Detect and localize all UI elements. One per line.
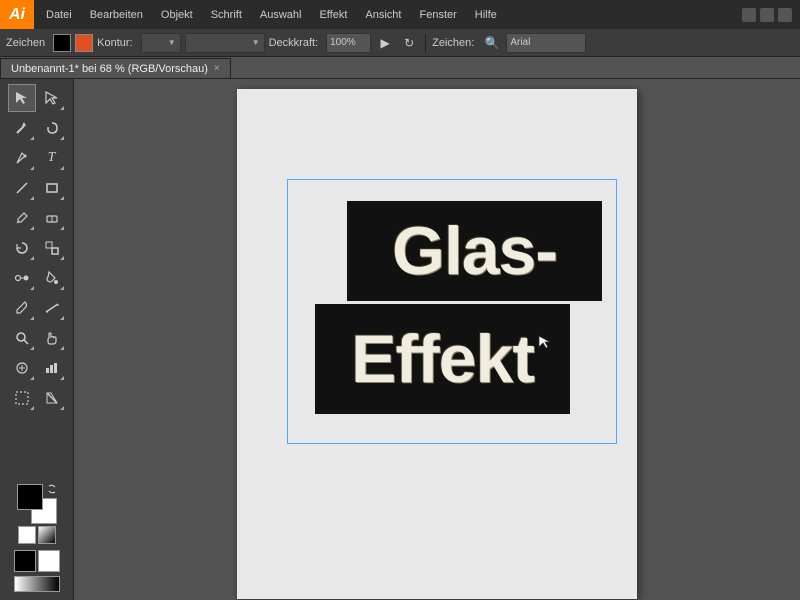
magic-wand-tool[interactable] [8,114,36,142]
text-glas: Glas- [382,213,567,289]
none-gradient-row [18,526,56,544]
tool-row-2 [8,114,66,142]
tab-close-btn[interactable]: × [214,63,220,74]
refresh-btn[interactable]: ↻ [399,33,419,53]
deckkraft-input[interactable] [326,33,371,53]
lasso-tool[interactable] [38,114,66,142]
black-swatch[interactable] [14,550,36,572]
titlebar: Ai Datei Bearbeiten Objekt Schrift Auswa… [0,0,800,29]
bw-row [14,550,60,572]
none-swatch[interactable] [18,526,36,544]
eraser-tool[interactable] [38,204,66,232]
tool-row-4 [8,174,66,202]
toolbox: T [0,79,74,600]
zeichen-label: Zeichen [6,37,45,49]
menu-objekt[interactable]: Objekt [153,0,201,29]
text-effekt: Effekt [341,321,544,397]
scale-tool[interactable] [38,234,66,262]
zoom-tool[interactable] [8,324,36,352]
menu-auswahl[interactable]: Auswahl [252,0,310,29]
direct-selection-tool[interactable] [38,84,66,112]
document-tab[interactable]: Unbenannt-1* bei 68 % (RGB/Vorschau) × [0,58,231,78]
pencil-tool[interactable] [8,204,36,232]
symbol-tool[interactable] [8,354,36,382]
text-block-effekt[interactable]: Effekt [315,304,570,414]
app-logo: Ai [0,0,34,29]
tool-row-8 [8,294,66,322]
color-swatches [10,480,64,596]
menu-bearbeiten[interactable]: Bearbeiten [82,0,151,29]
rect-tool[interactable] [38,174,66,202]
eyedropper-tool[interactable] [8,294,36,322]
measure-tool[interactable] [38,294,66,322]
tool-row-3: T [8,144,66,172]
menu-bar: Datei Bearbeiten Objekt Schrift Auswahl … [34,0,505,29]
text-block-glas[interactable]: Glas- [347,201,602,301]
tool-row-5 [8,204,66,232]
paint-bucket-tool[interactable] [38,264,66,292]
menu-fenster[interactable]: Fenster [411,0,464,29]
search-icon[interactable]: 🔍 [482,33,502,53]
tool-row-10 [8,354,66,382]
document-canvas[interactable]: Glas- Effekt [237,89,637,599]
menu-hilfe[interactable]: Hilfe [467,0,505,29]
deckkraft-label: Deckkraft: [269,37,319,49]
font-input[interactable]: Arial [506,33,586,53]
deckkraft-arrow-btn[interactable]: ▶ [375,33,395,53]
tab-bar: Unbenannt-1* bei 68 % (RGB/Vorschau) × [0,57,800,79]
zeichen-label2: Zeichen: [432,37,474,49]
kontur-dropdown[interactable]: ▼ [141,33,181,53]
main-area: T [0,79,800,600]
graph-tool[interactable] [38,354,66,382]
fill-swatch[interactable] [53,34,71,52]
pen-tool[interactable] [8,144,36,172]
tab-title: Unbenannt-1* bei 68 % (RGB/Vorschau) [11,63,208,75]
foreground-swatch[interactable] [17,484,43,510]
white-swatch[interactable] [38,550,60,572]
maximize-btn[interactable] [760,8,774,22]
close-btn[interactable] [778,8,792,22]
stroke-color[interactable] [75,34,93,52]
fg-bg-swatches [17,484,57,524]
canvas-area: Glas- Effekt [74,79,800,600]
kontur-label: Kontur: [97,37,132,49]
rotate-tool[interactable] [8,234,36,262]
hand-tool[interactable] [38,324,66,352]
gradient-swatch[interactable] [38,526,56,544]
style-dropdown[interactable]: ▼ [185,33,265,53]
blend-tool[interactable] [8,264,36,292]
artboard-tool[interactable] [8,384,36,412]
tool-row-11 [8,384,66,412]
tool-row-9 [8,324,66,352]
tool-row-7 [8,264,66,292]
line-tool[interactable] [8,174,36,202]
selection-tool[interactable] [8,84,36,112]
minimize-btn[interactable] [742,8,756,22]
menu-ansicht[interactable]: Ansicht [357,0,409,29]
menu-effekt[interactable]: Effekt [311,0,355,29]
menu-datei[interactable]: Datei [38,0,80,29]
menu-schrift[interactable]: Schrift [203,0,250,29]
text-tool[interactable]: T [38,144,66,172]
gradient-bar[interactable] [14,576,60,592]
tool-row-6 [8,234,66,262]
artwork-container: Glas- Effekt [287,179,617,444]
slice-tool[interactable] [38,384,66,412]
tool-row-1 [8,84,66,112]
swap-colors-btn[interactable] [47,484,57,494]
options-toolbar: Zeichen Kontur: ▼ ▼ Deckkraft: ▶ ↻ Zeich… [0,29,800,57]
